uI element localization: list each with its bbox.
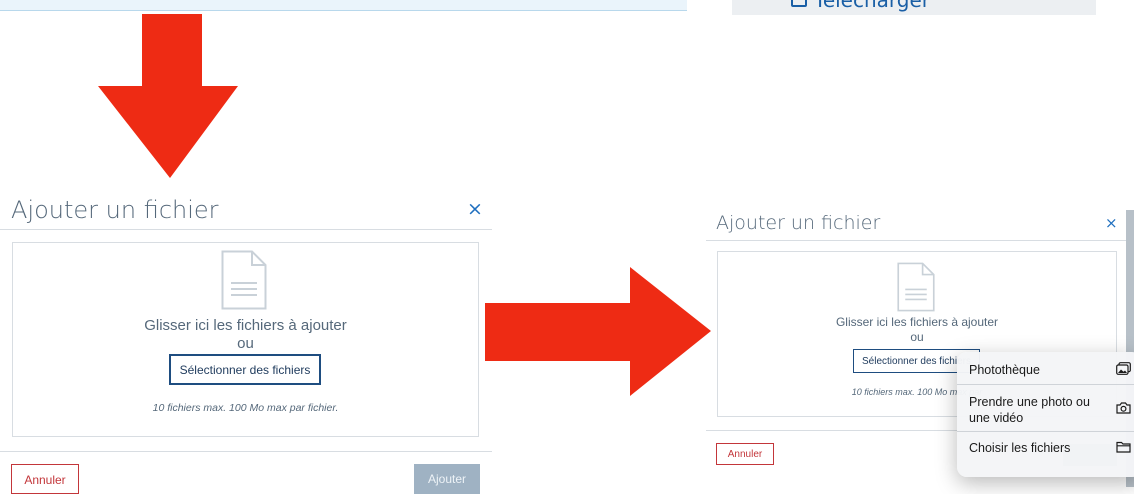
divider <box>0 451 492 452</box>
divider <box>706 240 1126 241</box>
menu-item-label: Choisir les fichiers <box>969 441 1071 455</box>
drop-instruction-text: Glisser ici les fichiers à ajouter <box>144 317 347 334</box>
add-button[interactable]: Ajouter <box>414 464 480 494</box>
document-icon <box>221 250 267 310</box>
camera-icon <box>1116 402 1131 414</box>
menu-item-take-photo[interactable]: Prendre une photo ou une vidéo <box>957 385 1134 431</box>
drop-instruction-text: Glisser ici les fichiers à ajouter <box>835 315 999 329</box>
red-arrow-right-icon <box>485 267 711 396</box>
download-button[interactable]: Télécharger <box>732 0 1096 15</box>
file-limit-text: 10 fichiers max. 100 Mo max par fichier. <box>152 402 339 414</box>
menu-item-choose-files[interactable]: Choisir les fichiers <box>957 432 1134 464</box>
menu-item-label: Prendre une photo ou une vidéo <box>969 395 1090 425</box>
download-icon <box>791 0 807 7</box>
or-text: ou <box>910 330 924 344</box>
cancel-button[interactable]: Annuler <box>11 464 79 494</box>
divider <box>0 229 492 230</box>
top-banner-strip <box>0 0 687 11</box>
file-source-menu: Photothèque Prendre une photo ou une vid… <box>957 352 1134 477</box>
close-icon[interactable]: × <box>467 198 483 220</box>
modal-title: Ajouter un fichier <box>11 196 219 224</box>
close-icon[interactable]: × <box>1105 214 1118 232</box>
document-icon <box>897 262 935 312</box>
folder-icon <box>1116 441 1131 453</box>
menu-item-label: Photothèque <box>969 363 1040 377</box>
photo-library-icon <box>1116 362 1131 375</box>
select-files-button[interactable]: Sélectionner des fichiers <box>170 355 320 384</box>
menu-item-photo-library[interactable]: Photothèque <box>957 352 1134 384</box>
or-text: ou <box>237 335 254 352</box>
cancel-button[interactable]: Annuler <box>716 443 774 465</box>
red-arrow-down-icon <box>98 14 238 178</box>
download-button-label: Télécharger <box>814 0 931 12</box>
modal-title: Ajouter un fichier <box>716 212 881 234</box>
